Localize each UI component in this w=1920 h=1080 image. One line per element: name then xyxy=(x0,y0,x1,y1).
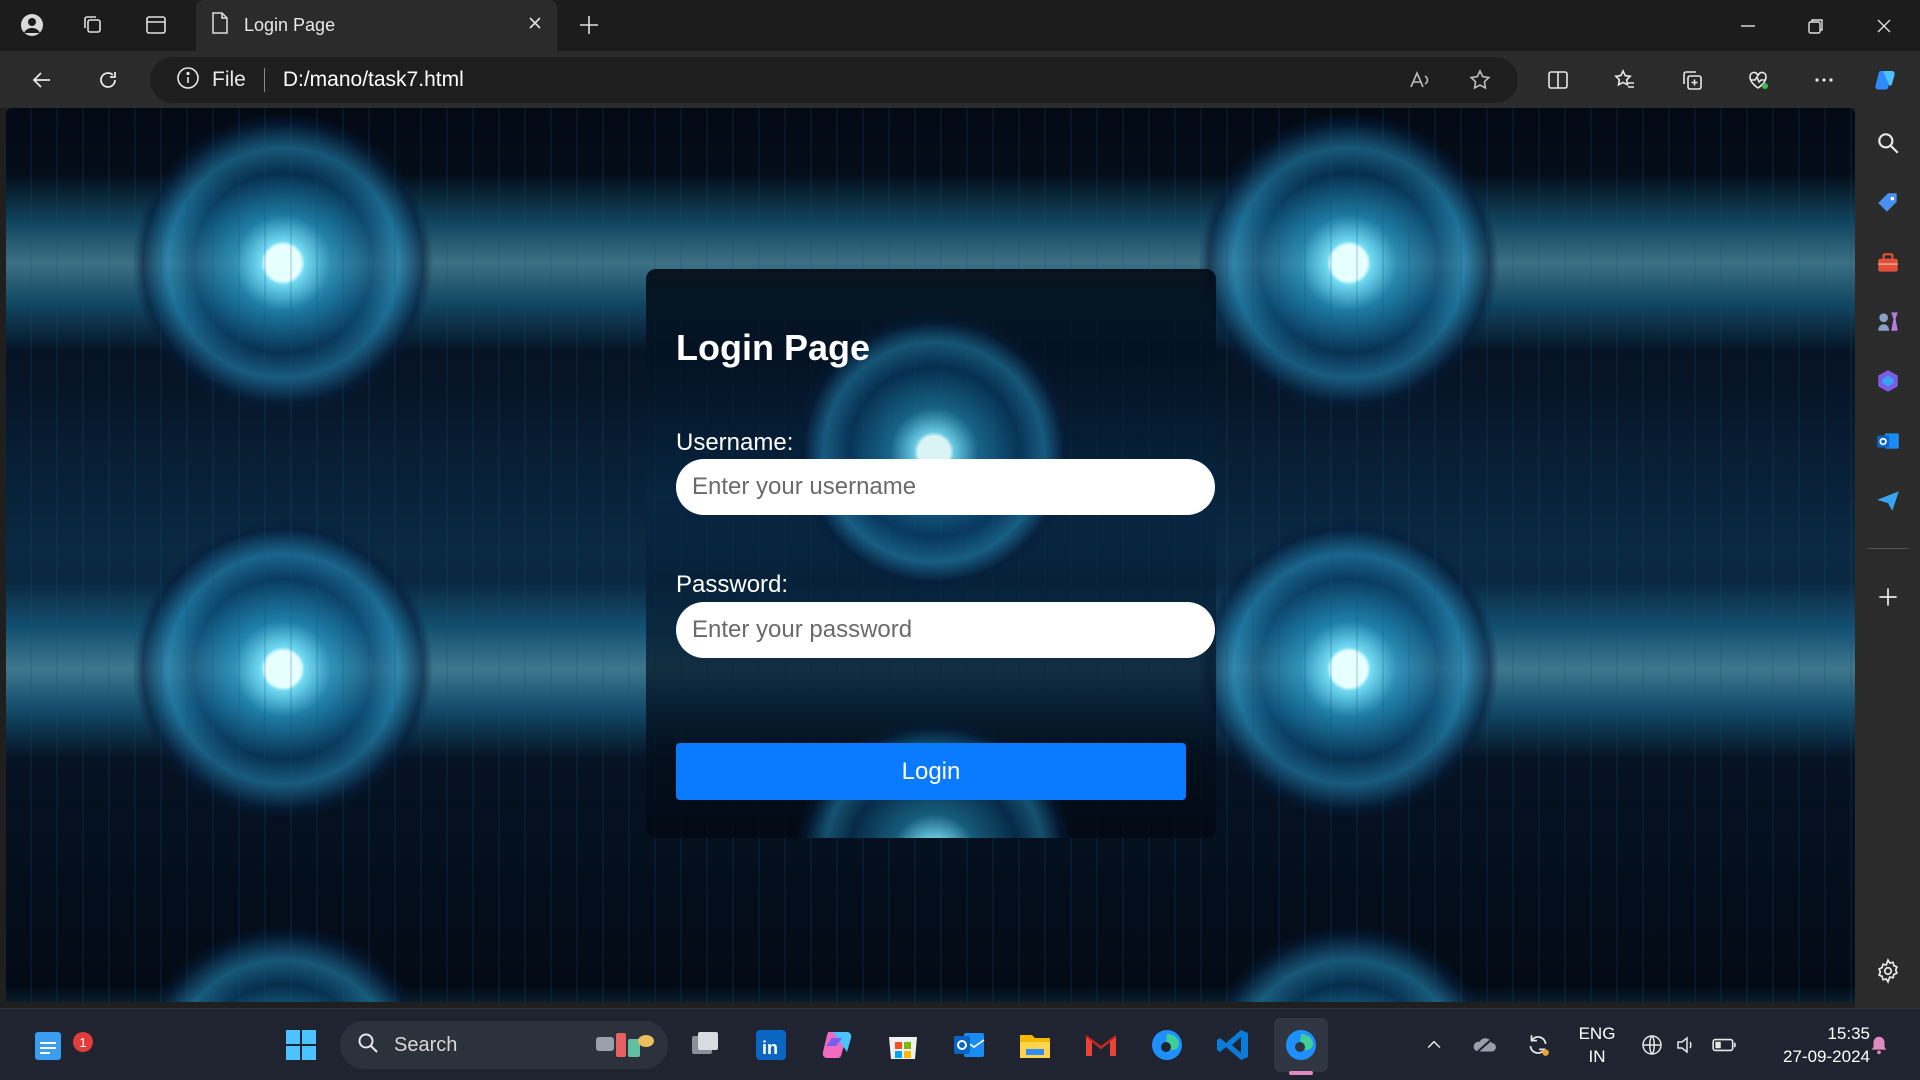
shopping-tag-icon[interactable] xyxy=(1871,186,1905,220)
windows-taskbar: 1 Search in ENG IN 15:35 27-09-2024 xyxy=(0,1008,1920,1080)
page-title: Login Page xyxy=(676,327,871,368)
start-button[interactable] xyxy=(278,1022,324,1068)
notification-badge: 1 xyxy=(73,1032,93,1052)
new-tab-button[interactable] xyxy=(572,8,606,42)
onedrive-icon[interactable] xyxy=(1467,1022,1501,1068)
close-tab-icon[interactable] xyxy=(527,15,543,36)
tab-login-page[interactable]: Login Page xyxy=(196,0,557,51)
file-explorer-icon[interactable] xyxy=(1012,1022,1058,1068)
send-icon[interactable] xyxy=(1871,484,1905,518)
games-icon[interactable] xyxy=(1871,304,1905,338)
vscode-icon[interactable] xyxy=(1210,1022,1256,1068)
collections-icon[interactable] xyxy=(1675,63,1709,97)
profile-avatar-icon[interactable] xyxy=(12,5,52,45)
outlook-app-icon[interactable] xyxy=(946,1022,992,1068)
tools-icon[interactable] xyxy=(1871,246,1905,280)
search-icon xyxy=(356,1031,380,1060)
add-sidebar-app-icon[interactable] xyxy=(1871,580,1905,614)
minimize-button[interactable] xyxy=(1728,6,1768,46)
restore-button[interactable] xyxy=(1796,6,1836,46)
login-form: Login Page Username: Password: Login xyxy=(646,269,1216,838)
browser-essentials-icon[interactable] xyxy=(1741,63,1775,97)
clock-time[interactable]: 15:35 xyxy=(1760,1024,1870,1044)
scheme-label: File xyxy=(212,68,246,91)
close-window-button[interactable] xyxy=(1864,6,1904,46)
language-line1[interactable]: ENG xyxy=(1578,1024,1616,1044)
notifications-bell-icon[interactable] xyxy=(1864,1022,1894,1068)
microsoft-365-icon[interactable] xyxy=(1871,364,1905,398)
page-viewport: Login Page Username: Password: Login xyxy=(6,108,1855,1002)
linkedin-icon[interactable]: in xyxy=(748,1022,794,1068)
taskbar-search-box[interactable]: Search xyxy=(340,1021,668,1069)
more-options-icon[interactable] xyxy=(1807,63,1841,97)
outlook-icon[interactable] xyxy=(1871,424,1905,458)
address-toolbar: File D:/mano/task7.html xyxy=(0,51,1920,108)
network-globe-icon[interactable] xyxy=(1636,1022,1668,1068)
favorite-star-icon[interactable] xyxy=(1463,63,1497,97)
login-button[interactable]: Login xyxy=(676,743,1186,800)
search-highlight-icon xyxy=(592,1027,656,1068)
sidebar-divider xyxy=(1868,548,1908,549)
password-input[interactable] xyxy=(676,602,1215,658)
clock-date[interactable]: 27-09-2024 xyxy=(1760,1047,1870,1067)
gmail-icon[interactable] xyxy=(1078,1022,1124,1068)
vertical-tabs-icon[interactable] xyxy=(136,5,176,45)
task-view-icon[interactable] xyxy=(682,1022,728,1068)
tab-title: Login Page xyxy=(244,15,336,35)
search-icon[interactable] xyxy=(1871,126,1905,160)
active-app-indicator xyxy=(1289,1071,1313,1075)
back-button[interactable] xyxy=(25,63,59,97)
settings-gear-icon[interactable] xyxy=(1871,954,1905,988)
edge-active-icon[interactable] xyxy=(1274,1018,1328,1072)
favorites-icon[interactable] xyxy=(1608,63,1642,97)
username-input[interactable] xyxy=(676,459,1215,515)
tab-strip: Login Page xyxy=(0,0,1920,51)
battery-icon[interactable] xyxy=(1707,1022,1741,1068)
edge-icon[interactable] xyxy=(1144,1022,1190,1068)
read-aloud-icon[interactable] xyxy=(1403,63,1437,97)
microsoft-store-icon[interactable] xyxy=(880,1022,926,1068)
show-hidden-icons-icon[interactable] xyxy=(1419,1022,1449,1068)
widgets-icon[interactable]: 1 xyxy=(25,1022,93,1068)
sync-icon[interactable] xyxy=(1521,1022,1555,1068)
separator xyxy=(263,68,265,92)
edge-sidebar xyxy=(1855,108,1920,1008)
language-line2[interactable]: IN xyxy=(1578,1047,1616,1067)
copilot-app-icon[interactable] xyxy=(814,1022,860,1068)
page-icon xyxy=(210,12,230,39)
address-bar[interactable]: File D:/mano/task7.html xyxy=(150,57,1518,103)
split-screen-icon[interactable] xyxy=(1541,63,1575,97)
copilot-icon[interactable] xyxy=(1868,63,1902,97)
refresh-button[interactable] xyxy=(91,63,125,97)
url-text[interactable]: D:/mano/task7.html xyxy=(283,68,464,92)
info-icon[interactable] xyxy=(176,66,200,95)
search-label: Search xyxy=(394,1033,458,1056)
username-label: Username: xyxy=(676,429,794,456)
volume-icon[interactable] xyxy=(1670,1022,1702,1068)
svg-text:in: in xyxy=(762,1038,778,1058)
password-label: Password: xyxy=(676,571,789,598)
workspaces-icon[interactable] xyxy=(73,5,113,45)
